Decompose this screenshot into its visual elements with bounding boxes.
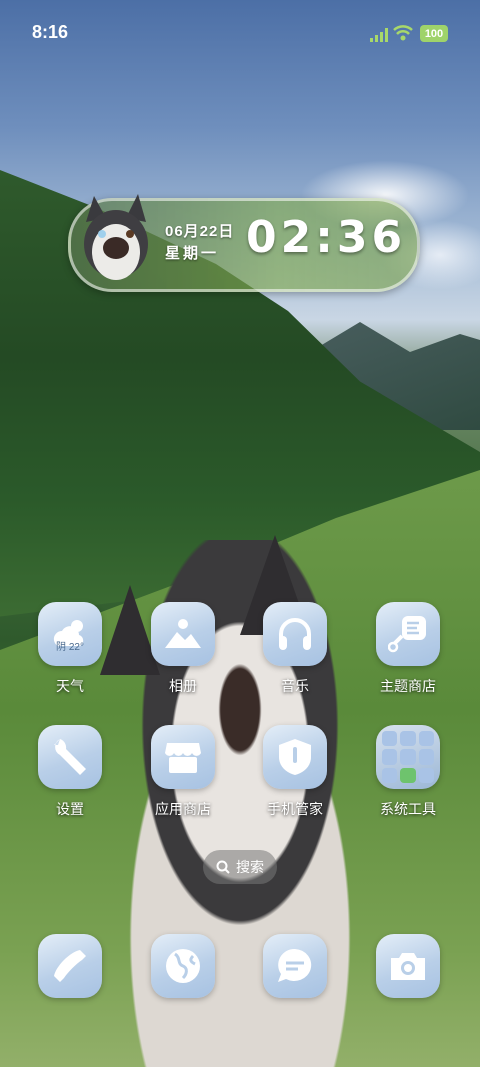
app-app-store[interactable]: 应用商店	[138, 725, 228, 819]
app-label: 相册	[169, 678, 197, 694]
status-time: 8:16	[32, 22, 69, 42]
search-label: 搜索	[236, 859, 264, 875]
app-label: 音乐	[281, 678, 309, 694]
husky-head-image	[84, 194, 148, 280]
app-label: 应用商店	[155, 801, 211, 817]
widget-weekday: 星期一	[165, 245, 220, 262]
camera-icon	[376, 934, 440, 998]
app-label: 系统工具	[380, 801, 436, 817]
dock-messages[interactable]	[250, 934, 340, 998]
headphones-icon	[263, 602, 327, 666]
folder-system-tools[interactable]: 系统工具	[363, 725, 453, 819]
phone-icon	[38, 934, 102, 998]
app-settings[interactable]: 设置	[25, 725, 115, 819]
gallery-icon	[151, 602, 215, 666]
app-store-icon	[151, 725, 215, 789]
weather-badge: 阴 22°	[56, 642, 84, 653]
status-bar: 8:16 100	[0, 0, 480, 64]
weather-icon: 阴 22°	[38, 602, 102, 666]
widget-time: 02:36	[246, 212, 407, 263]
battery-indicator: 100	[420, 25, 448, 42]
app-weather[interactable]: 阴 22° 天气	[25, 602, 115, 696]
signal-icon	[370, 28, 388, 42]
app-label: 主题商店	[380, 678, 436, 694]
search-button[interactable]: 搜索	[203, 850, 277, 884]
dock-browser[interactable]	[138, 934, 228, 998]
app-music[interactable]: 音乐	[250, 602, 340, 696]
app-label: 天气	[56, 678, 84, 694]
search-icon	[216, 860, 230, 874]
app-label: 手机管家	[267, 801, 323, 817]
wallpaper	[0, 0, 480, 1067]
theme-store-icon	[376, 602, 440, 666]
widget-date: 06月22日	[165, 223, 235, 240]
app-theme-store[interactable]: 主题商店	[363, 602, 453, 696]
folder-icon	[376, 725, 440, 789]
wrench-icon	[38, 725, 102, 789]
shield-icon	[263, 725, 327, 789]
app-gallery[interactable]: 相册	[138, 602, 228, 696]
messages-icon	[263, 934, 327, 998]
app-security[interactable]: 手机管家	[250, 725, 340, 819]
dock-camera[interactable]	[363, 934, 453, 998]
wifi-icon	[393, 25, 413, 41]
browser-icon	[151, 934, 215, 998]
dock-phone[interactable]	[25, 934, 115, 998]
app-label: 设置	[56, 801, 84, 817]
